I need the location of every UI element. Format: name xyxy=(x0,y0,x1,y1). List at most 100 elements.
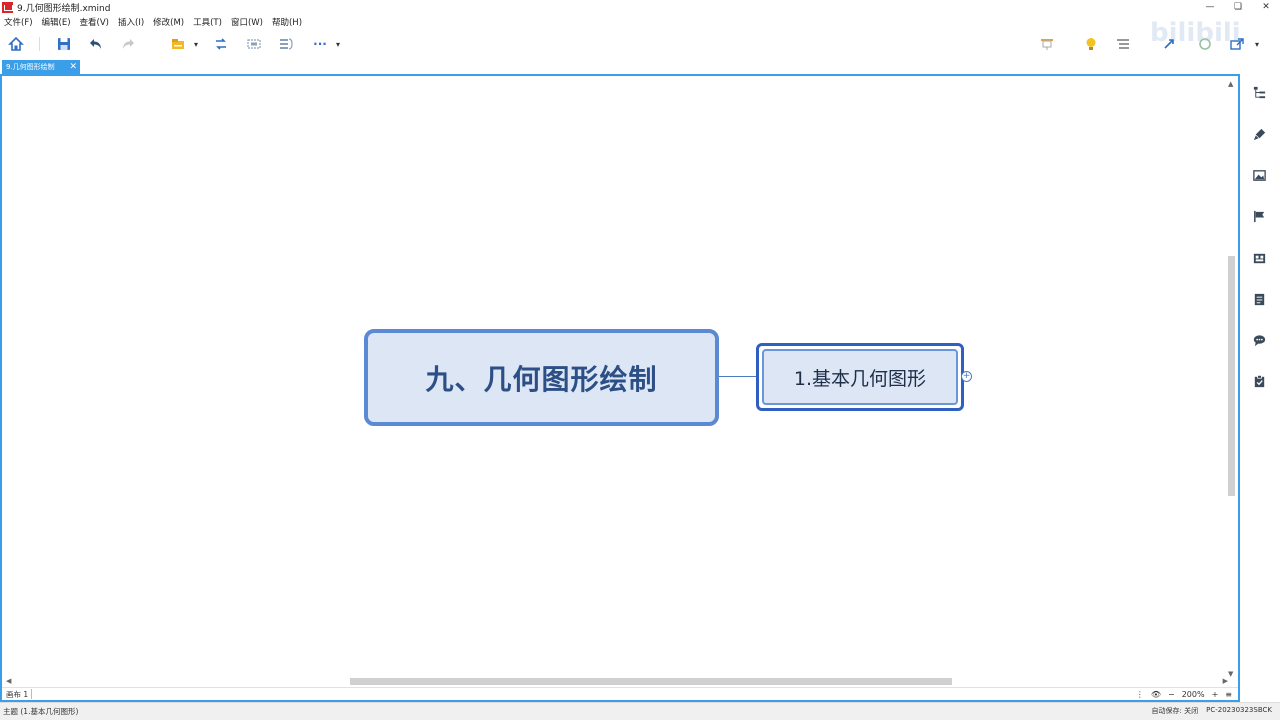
undo-button[interactable] xyxy=(87,35,105,53)
list-icon[interactable]: ≡ xyxy=(1225,690,1232,699)
menu-file[interactable]: 文件(F) xyxy=(4,16,33,28)
window-title: 9.几何图形绘制.xmind xyxy=(17,4,111,14)
presentation-button[interactable] xyxy=(1038,35,1056,53)
canvas-status-bar: 画布 1 ⋮ 👁 − 200% + ≡ xyxy=(2,687,1238,700)
toolbar-separator xyxy=(39,37,40,51)
format-panel-button[interactable] xyxy=(1251,126,1268,143)
boundary-button[interactable] xyxy=(245,35,263,53)
more-dropdown[interactable]: ▾ xyxy=(333,35,343,53)
menu-modify[interactable]: 修改(M) xyxy=(153,16,184,28)
menu-help[interactable]: 帮助(H) xyxy=(272,16,302,28)
menu-bar: 文件(F) 编辑(E) 查看(V) 插入(I) 修改(M) 工具(T) 窗口(W… xyxy=(0,15,1280,29)
topic-style-dropdown[interactable]: ▾ xyxy=(191,35,201,53)
right-side-panel xyxy=(1240,74,1280,702)
central-topic[interactable]: 九、几何图形绘制 xyxy=(364,329,719,426)
comment-icon xyxy=(1253,335,1266,347)
close-window-button[interactable]: ✕ xyxy=(1252,0,1280,15)
sync-button[interactable] xyxy=(1196,35,1214,53)
scroll-left-icon[interactable]: ◀ xyxy=(6,677,11,685)
window-controls: — ❏ ✕ xyxy=(1196,0,1280,15)
boundary-icon xyxy=(247,39,261,49)
save-button[interactable] xyxy=(55,35,73,53)
outline-panel-button[interactable] xyxy=(1251,84,1268,101)
home-icon xyxy=(8,36,24,51)
scroll-right-icon[interactable]: ▶ xyxy=(1223,677,1228,685)
vertical-scroll-thumb[interactable] xyxy=(1228,256,1235,496)
subtopic-text: 1.基本几何图形 xyxy=(793,367,927,390)
image-icon xyxy=(1253,170,1266,181)
outline-tree-icon xyxy=(1253,86,1266,99)
tab-label: 9.几何图形绘制 xyxy=(6,63,55,71)
zoom-in-button[interactable]: + xyxy=(1212,690,1219,699)
notes-panel-button[interactable] xyxy=(1251,291,1268,308)
zoom-out-button[interactable]: − xyxy=(1168,690,1175,699)
menu-tools[interactable]: 工具(T) xyxy=(193,16,222,28)
status-bar: 主题 (1.基本几何图形) 自动保存: 关闭 PC-20230323SBCK xyxy=(0,702,1280,720)
menu-edit[interactable]: 编辑(E) xyxy=(42,16,71,28)
title-bar: 9.几何图形绘制.xmind — ❏ ✕ xyxy=(0,0,1280,15)
share-icon xyxy=(1164,39,1174,49)
vertical-scrollbar[interactable]: ▲ ▼ xyxy=(1227,80,1236,678)
relationship-button[interactable] xyxy=(212,35,230,53)
folder-icon xyxy=(172,39,184,49)
redo-button[interactable] xyxy=(119,35,137,53)
image-panel-button[interactable] xyxy=(1251,167,1268,184)
menu-view[interactable]: 查看(V) xyxy=(80,16,109,28)
outline-icon xyxy=(1117,39,1129,49)
tab-document[interactable]: 9.几何图形绘制 ✕ xyxy=(2,60,80,74)
redo-icon xyxy=(123,39,134,49)
minimize-button[interactable]: — xyxy=(1196,0,1224,15)
export-dropdown[interactable]: ▾ xyxy=(1252,35,1262,53)
horizontal-scroll-thumb[interactable] xyxy=(350,678,952,685)
machine-name: PC-20230323SBCK xyxy=(1206,706,1272,714)
export-icon xyxy=(1230,38,1244,50)
flag-icon xyxy=(1254,210,1265,223)
central-topic-text: 九、几何图形绘制 xyxy=(425,362,658,396)
sheet-tab[interactable]: 画布 1 xyxy=(6,689,28,700)
clipart-icon xyxy=(1253,253,1266,264)
save-icon xyxy=(58,38,70,50)
restore-button[interactable]: ❏ xyxy=(1224,0,1252,15)
selected-topic-status: 主题 (1.基本几何图形) xyxy=(3,707,79,716)
eye-icon[interactable]: 👁 xyxy=(1151,690,1161,699)
zoom-controls: ⋮ 👁 − 200% + ≡ xyxy=(1136,688,1232,700)
more-button[interactable]: ··· xyxy=(311,35,329,53)
presentation-icon xyxy=(1041,39,1053,50)
scroll-down-icon[interactable]: ▼ xyxy=(1228,670,1233,678)
outline-view-button[interactable] xyxy=(1114,35,1132,53)
tab-strip: 9.几何图形绘制 ✕ xyxy=(0,60,1240,74)
horizontal-scrollbar[interactable]: ◀ ▶ xyxy=(6,677,1228,686)
clipboard-check-icon xyxy=(1254,375,1265,388)
sheet-separator xyxy=(31,689,33,699)
share-button[interactable] xyxy=(1160,35,1178,53)
topic-connector-line xyxy=(718,376,760,377)
topic-style-button[interactable] xyxy=(169,35,187,53)
notes-icon xyxy=(1254,293,1265,306)
tab-close-icon[interactable]: ✕ xyxy=(69,60,77,74)
zoom-level[interactable]: 200% xyxy=(1182,690,1205,699)
autosave-status[interactable]: 自动保存: 关闭 xyxy=(1152,706,1199,716)
menu-insert[interactable]: 插入(I) xyxy=(118,16,144,28)
paintbrush-icon xyxy=(1253,128,1266,141)
subtopic-selected[interactable]: 1.基本几何图形 xyxy=(756,343,964,411)
subtopic-body: 1.基本几何图形 xyxy=(762,349,958,405)
brainstorm-button[interactable] xyxy=(1082,35,1100,53)
scroll-up-icon[interactable]: ▲ xyxy=(1228,80,1233,88)
toolbar: ▾ ··· ▾ ▾ xyxy=(0,29,1280,59)
summary-icon xyxy=(280,38,293,50)
undo-icon xyxy=(90,39,101,49)
lightbulb-icon xyxy=(1086,38,1096,50)
filter-icon[interactable]: ⋮ xyxy=(1136,690,1144,699)
menu-window[interactable]: 窗口(W) xyxy=(231,16,263,28)
status-right: 自动保存: 关闭 PC-20230323SBCK xyxy=(1152,706,1272,716)
export-button[interactable] xyxy=(1228,35,1246,53)
task-panel-button[interactable] xyxy=(1251,373,1268,390)
comments-panel-button[interactable] xyxy=(1251,332,1268,349)
marker-panel-button[interactable] xyxy=(1251,208,1268,225)
xmind-app-icon xyxy=(2,2,13,13)
summary-button[interactable] xyxy=(277,35,295,53)
sync-icon xyxy=(1199,38,1211,50)
add-subtopic-button[interactable]: + xyxy=(961,371,972,382)
home-button[interactable] xyxy=(7,35,25,53)
clipart-panel-button[interactable] xyxy=(1251,250,1268,267)
